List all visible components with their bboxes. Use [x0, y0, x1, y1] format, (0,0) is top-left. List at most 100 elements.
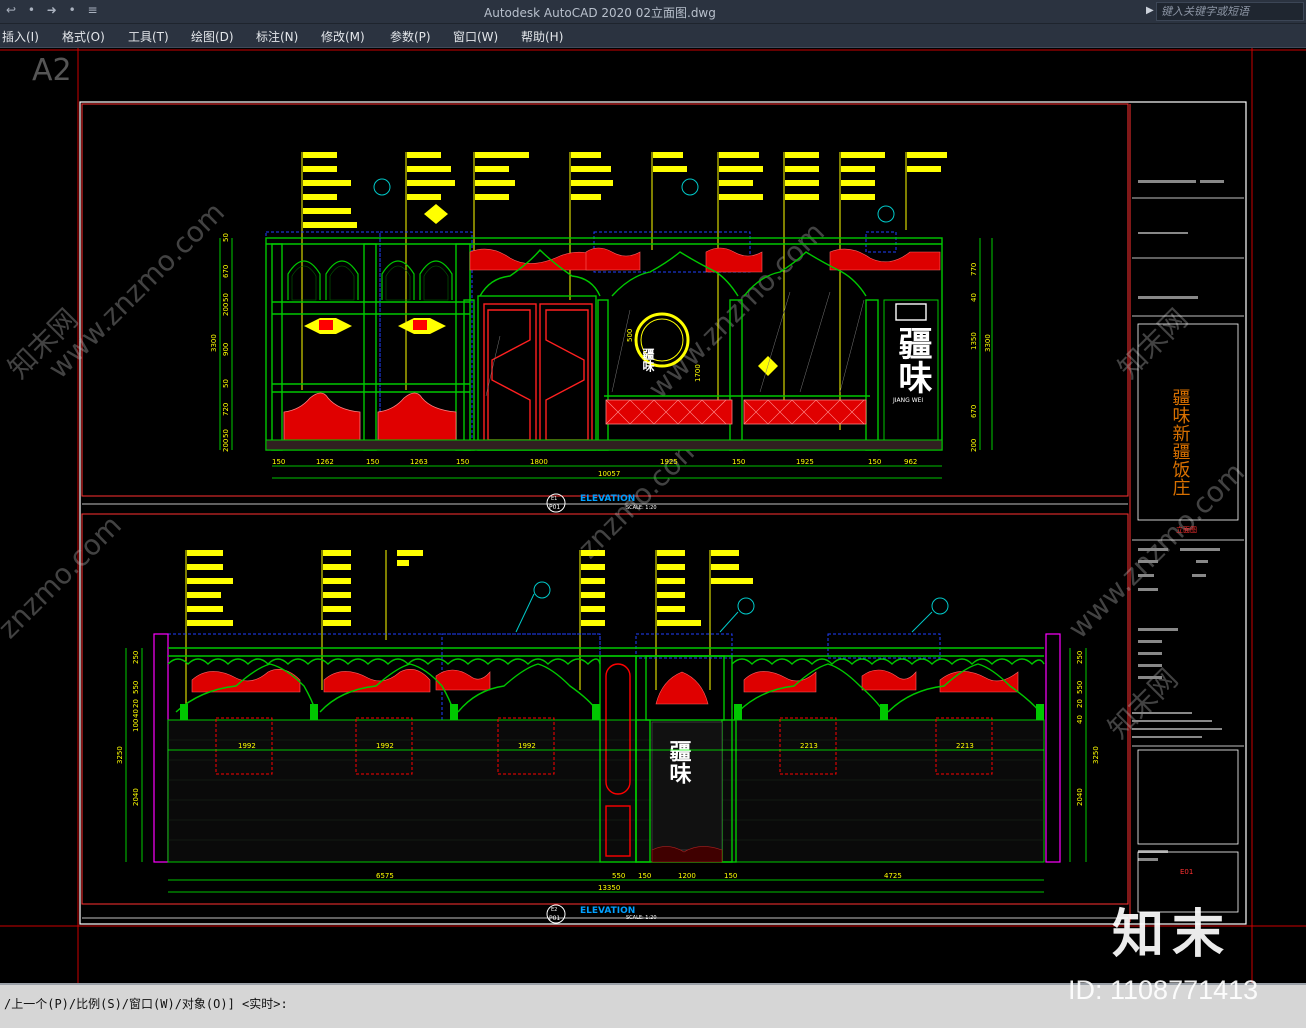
dim-label: 1992: [238, 742, 256, 750]
dim-label: 670: [222, 265, 230, 278]
menu-tools[interactable]: 工具(T): [128, 28, 169, 45]
dim-label: 250: [1076, 651, 1084, 664]
dim-label: 200: [222, 439, 230, 452]
drawing-stamp: 立面图: [1176, 525, 1197, 534]
dim-label: 150: [732, 458, 745, 466]
lattice-windows: [287, 260, 453, 300]
dim-label: 962: [904, 458, 917, 466]
watermarks: www.znzmo.com znzmo.com www.znzmo.com zn…: [0, 196, 1251, 745]
elevation-top[interactable]: 疆味 疆味 JIANG WEI 50 670 50 200 900 50 720…: [82, 152, 1128, 513]
watermark-id: ID: 1108771413: [1068, 975, 1259, 1005]
dim-label: 150: [366, 458, 379, 466]
dim-total: 3250: [116, 746, 124, 764]
dim-label: 1350: [970, 332, 978, 350]
menu-dimension[interactable]: 标注(N): [256, 28, 298, 45]
dim-label: 100: [132, 719, 140, 732]
sheet-size-label: A2: [32, 53, 72, 88]
dim-label: 40: [1076, 715, 1084, 724]
dim-label: 900: [222, 343, 230, 356]
dim-label: 150: [456, 458, 469, 466]
round-sign-text: 疆味: [641, 348, 655, 373]
shop-sign-subtitle: JIANG WEI: [892, 397, 923, 404]
watermark-logo: 知末: [1112, 905, 1233, 965]
window-title: Autodesk AutoCAD 2020 02立面图.dwg: [484, 6, 716, 20]
shop-sign-text: 疆味: [892, 326, 932, 394]
dim-label: 200: [222, 303, 230, 316]
dim-label: 1262: [316, 458, 334, 466]
watermark-text: znzmo.com: [0, 509, 128, 645]
elevation-scale: SCALE: 1:20: [626, 505, 657, 511]
dim-label: 20: [1076, 699, 1084, 708]
menu-window[interactable]: 窗口(W): [453, 28, 498, 45]
dim-label: 720: [222, 403, 230, 416]
note-tags: [303, 152, 947, 228]
menu-draw[interactable]: 绘图(D): [191, 28, 234, 45]
door-onion-arch: [655, 671, 709, 705]
note-leaders: [301, 152, 907, 430]
watermark-text: www.znzmo.com: [42, 196, 231, 385]
dim-label: 2213: [800, 742, 818, 750]
lamp-icons: [304, 318, 446, 334]
elevation-tag: E2: [551, 907, 557, 913]
dim-label: 550: [612, 872, 625, 880]
dim-label: 1925: [796, 458, 814, 466]
menu-modify[interactable]: 修改(M): [321, 28, 365, 45]
dim-label: 2213: [956, 742, 974, 750]
capitals-bottom: [180, 704, 1044, 720]
entrance-doors: [483, 303, 593, 447]
dim-label: 50: [222, 293, 230, 302]
lattice-fill: [291, 265, 449, 301]
elevation-sheet: P01: [549, 504, 560, 511]
elevation-bottom[interactable]: 疆味 250 550 20 40 100 3250 2040 250 550 2…: [82, 550, 1128, 924]
dim-label: 1992: [518, 742, 536, 750]
menu-bar: 插入(I) 格式(O) 工具(T) 绘图(D) 标注(N) 修改(M) 参数(P…: [0, 24, 1306, 48]
dim-label: 670: [970, 405, 978, 418]
baseboard: [265, 439, 943, 451]
project-title-vertical: 疆味新疆饭庄: [1170, 388, 1191, 496]
menu-parameters[interactable]: 参数(P): [390, 28, 431, 45]
dim-label: 770: [970, 263, 978, 276]
command-prompt: /上一个(P)/比例(S)/窗口(W)/对象(O)] <实时>:: [4, 997, 288, 1011]
dim-label: 40: [970, 293, 978, 302]
dim-label: 2040: [1076, 788, 1084, 806]
dim-total: 3250: [1092, 746, 1100, 764]
elevation-bottom-title: E2 P01 ELEVATION SCALE: 1:20: [82, 904, 1128, 924]
dim-label: 1992: [376, 742, 394, 750]
quick-access-toolbar[interactable]: ↩ • ➜ • ≡: [6, 3, 102, 17]
dim-label: 50: [222, 233, 230, 242]
menu-help[interactable]: 帮助(H): [521, 28, 563, 45]
dim-label: 4725: [884, 872, 902, 880]
dim-total: 3300: [210, 334, 218, 352]
search-expand-icon[interactable]: ▶: [1146, 5, 1154, 16]
door-sign-text: 疆味: [666, 740, 692, 784]
search-input[interactable]: [1156, 2, 1304, 21]
dim-label: 150: [724, 872, 737, 880]
note-leaders-bottom: [185, 550, 711, 720]
drawing-canvas[interactable]: A2 www.znzmo.com znzmo.com www.znzmo.com…: [0, 48, 1306, 983]
dim-label: 500: [626, 329, 634, 342]
dim-label: 50: [222, 429, 230, 438]
sheet-number: E01: [1180, 868, 1193, 876]
dim-label: 200: [970, 439, 978, 452]
section-marker: [424, 204, 448, 224]
dim-label: 550: [1076, 681, 1084, 694]
dim-label: 1925: [660, 458, 678, 466]
dim-total: 13350: [598, 884, 620, 892]
watermark-text: 知末网: [1102, 662, 1185, 745]
ornament-frieze-bottom: [191, 669, 1019, 693]
dim-label: 550: [132, 681, 140, 694]
dim-label: 20: [132, 699, 140, 708]
menu-insert[interactable]: 插入(I): [2, 28, 39, 45]
dim-total: 3300: [984, 334, 992, 352]
note-tags-bottom: [187, 550, 753, 626]
dim-label: 1263: [410, 458, 428, 466]
dim-label: 150: [638, 872, 651, 880]
dim-label: 6575: [376, 872, 394, 880]
dim-label: 2040: [132, 788, 140, 806]
vertical-shop-sign: 疆味 JIANG WEI: [883, 299, 939, 443]
dim-label: 1800: [530, 458, 548, 466]
dim-label: 150: [272, 458, 285, 466]
dim-label: 50: [222, 379, 230, 388]
menu-format[interactable]: 格式(O): [62, 28, 105, 45]
title-bar: ↩ • ➜ • ≡ Autodesk AutoCAD 2020 02立面图.dw…: [0, 0, 1306, 24]
